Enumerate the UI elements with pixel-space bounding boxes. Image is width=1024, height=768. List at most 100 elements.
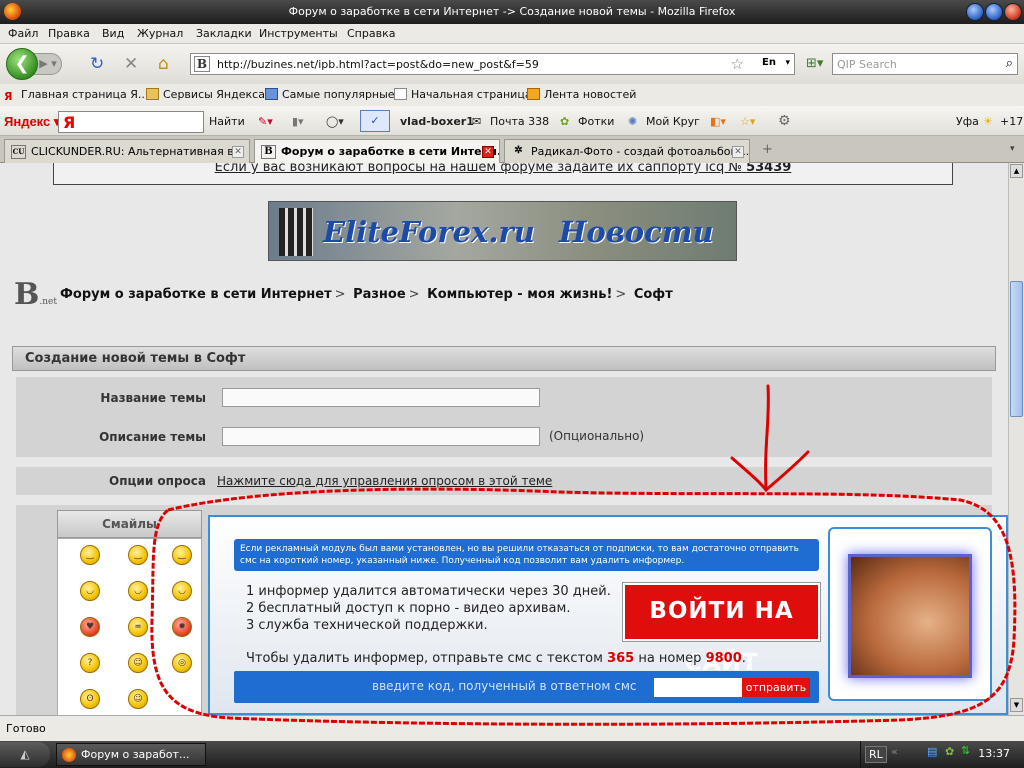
search-engine-icon[interactable]: ⊞▾ xyxy=(806,56,823,71)
menu-edit[interactable]: Правка xyxy=(48,27,90,40)
yandex-user[interactable]: vlad-boxer1 xyxy=(400,115,474,128)
popup-image-frame[interactable] xyxy=(828,527,992,701)
topic-form: Название темы Описание темы (Опционально… xyxy=(16,377,992,457)
close-button[interactable] xyxy=(1004,3,1022,21)
taskbar-firefox-item[interactable]: Форум о заработ... xyxy=(56,743,206,766)
url-bar[interactable]: B http://buzines.net/ipb.html?act=post&d… xyxy=(190,53,795,75)
back-button[interactable]: ❮ xyxy=(6,48,38,80)
breadcrumb-computer[interactable]: Компьютер - моя жизнь! xyxy=(427,287,612,302)
eliteforex-banner[interactable]: EliteForex.ru Новости xyxy=(268,201,737,261)
tab-close-icon[interactable]: ✕ xyxy=(732,146,744,158)
tab-radikal[interactable]: ✲ Радикал-Фото - создай фотоальбом ... ✕ xyxy=(504,139,750,163)
keyboard-language[interactable]: RL xyxy=(865,746,887,763)
yandex-find-button[interactable]: Найти xyxy=(209,115,245,128)
topic-title-input[interactable] xyxy=(222,388,540,407)
popup-feature-list: 1 информер удалится автоматически через … xyxy=(246,584,611,633)
code-entry-label: введите код, полученный в ответном смс xyxy=(372,679,637,693)
favorites-star-icon[interactable]: ☆▾ xyxy=(740,115,755,128)
minimize-button[interactable] xyxy=(966,3,984,21)
poll-options: Опции опроса Нажмите сюда для управления… xyxy=(16,467,992,495)
bookmark-yandex-services[interactable]: Сервисы Яндекса xyxy=(146,88,265,101)
bookmark-news-feed[interactable]: Лента новостей xyxy=(527,88,636,101)
tab-favicon: ✲ xyxy=(514,145,523,156)
tab-forum-active[interactable]: B Форум о заработке в сети Интерн... ✕ xyxy=(254,139,500,164)
tab-list-icon[interactable]: ▾ xyxy=(1010,144,1015,154)
transfer-icon[interactable]: ⇅ xyxy=(961,744,970,757)
love-smiley-icon[interactable]: ♥ xyxy=(80,617,100,637)
bookmark-popular[interactable]: Самые популярные xyxy=(265,88,395,101)
bookmark-star-icon[interactable]: ☆ xyxy=(731,55,744,73)
stop-icon[interactable]: ✕ xyxy=(124,54,138,74)
menu-view[interactable]: Вид xyxy=(102,27,124,40)
poll-label: Опции опроса xyxy=(109,474,206,488)
tab-clickunder[interactable]: CU CLICKUNDER.RU: Альтернативная в... ✕ xyxy=(4,139,250,163)
chat-icon[interactable]: ◯▾ xyxy=(326,115,344,128)
smiley-icon[interactable]: ʘ xyxy=(80,689,100,709)
yandex-my-circle[interactable]: Мой Круг xyxy=(646,115,700,128)
scroll-up-arrow[interactable]: ▲ xyxy=(1010,164,1023,178)
taskbar: ◭ Форум о заработ... RL « ▤ ✿ ⇅ 13:37 xyxy=(0,741,1024,768)
reload-icon[interactable]: ↻ xyxy=(90,54,104,74)
menu-bar: Файл Правка Вид Журнал Закладки Инструме… xyxy=(0,24,1024,44)
new-tab-icon[interactable]: + xyxy=(762,142,773,157)
yandex-icon: Я xyxy=(4,90,13,103)
yandex-mail[interactable]: Почта 338 xyxy=(490,115,549,128)
breadcrumb-soft[interactable]: Софт xyxy=(634,287,673,302)
enter-site-button[interactable]: ВОЙТИ НА САЙТ xyxy=(623,583,820,676)
bars-icon[interactable]: ▮▾ xyxy=(292,115,304,128)
topic-desc-input[interactable] xyxy=(222,427,540,446)
angry-smiley-icon[interactable]: ✹ xyxy=(172,617,192,637)
smiley-icon[interactable]: ◎ xyxy=(172,653,192,673)
scrollbar-thumb[interactable] xyxy=(1010,281,1023,417)
menu-file[interactable]: Файл xyxy=(8,27,38,40)
yandex-photos[interactable]: Фотки xyxy=(578,115,614,128)
home-icon[interactable]: ⌂ xyxy=(158,54,169,74)
bookmark-yandex-home[interactable]: Я Главная страница Я... xyxy=(4,88,148,103)
qip-icon[interactable]: ✿ xyxy=(945,745,954,758)
status-bar: Готово xyxy=(0,715,1024,741)
breadcrumb-misc[interactable]: Разное xyxy=(353,287,406,302)
menu-bookmarks[interactable]: Закладки xyxy=(196,27,252,40)
start-button[interactable]: ◭ xyxy=(0,742,50,767)
menu-help[interactable]: Справка xyxy=(347,27,395,40)
smiley-icon[interactable]: ☺ xyxy=(128,653,148,673)
menu-history[interactable]: Журнал xyxy=(137,27,183,40)
page-icon xyxy=(394,88,407,100)
money-icon[interactable]: ◧▾ xyxy=(710,115,726,128)
smiley-icon[interactable]: ◡ xyxy=(80,581,100,601)
bookmark-start-page[interactable]: Начальная страница xyxy=(394,88,532,101)
weather-city[interactable]: Уфа xyxy=(956,115,979,128)
tab-close-icon[interactable]: ✕ xyxy=(232,146,244,158)
url-dropdown-icon[interactable]: ▾ xyxy=(785,58,790,68)
poll-manage-link[interactable]: Нажмите сюда для управления опросом в эт… xyxy=(217,474,552,488)
yandex-logo[interactable]: Яндекс ▾ xyxy=(4,114,60,130)
send-code-button[interactable]: отправить xyxy=(742,678,810,697)
smiley-icon[interactable]: ‿ xyxy=(128,545,148,565)
smiley-icon[interactable]: ≖ xyxy=(128,617,148,637)
breadcrumb-forum[interactable]: Форум о заработке в сети Интернет xyxy=(60,287,332,302)
smiley-icon[interactable]: ☺ xyxy=(128,689,148,709)
network-icon[interactable]: ▤ xyxy=(927,745,937,758)
scroll-down-arrow[interactable]: ▼ xyxy=(1010,698,1023,712)
weather-icon: ☀ xyxy=(983,115,993,128)
vertical-scrollbar[interactable]: ▲ ▼ xyxy=(1008,163,1024,715)
smiley-icon[interactable]: ◡ xyxy=(172,581,192,601)
menu-tools[interactable]: Инструменты xyxy=(259,27,338,40)
smiley-icon[interactable]: ‿ xyxy=(80,545,100,565)
smiley-icon[interactable]: ◡ xyxy=(128,581,148,601)
search-icon[interactable]: ⌕ xyxy=(1006,56,1013,71)
tray-expand-icon[interactable]: « xyxy=(891,745,898,758)
sms-code-input[interactable] xyxy=(654,678,742,697)
marker-icon[interactable]: ✎▾ xyxy=(258,115,273,128)
maximize-button[interactable] xyxy=(985,3,1003,21)
help-smiley-icon[interactable]: ? xyxy=(80,653,100,673)
site-logo[interactable]: B.net xyxy=(14,277,57,312)
settings-gear-icon[interactable]: ⚙ xyxy=(778,113,791,129)
spellcheck-icon[interactable]: ✓ xyxy=(360,110,390,132)
forward-button[interactable]: ▶ ▾ xyxy=(34,53,62,75)
search-box[interactable]: QIP Search ⌕ xyxy=(832,53,1018,75)
tab-close-icon[interactable]: ✕ xyxy=(482,146,494,158)
smiley-icon[interactable]: ‿ xyxy=(172,545,192,565)
yandex-search-input[interactable]: Я xyxy=(58,111,204,133)
breadcrumb: Форум о заработке в сети Интернет > Разно… xyxy=(60,287,673,302)
